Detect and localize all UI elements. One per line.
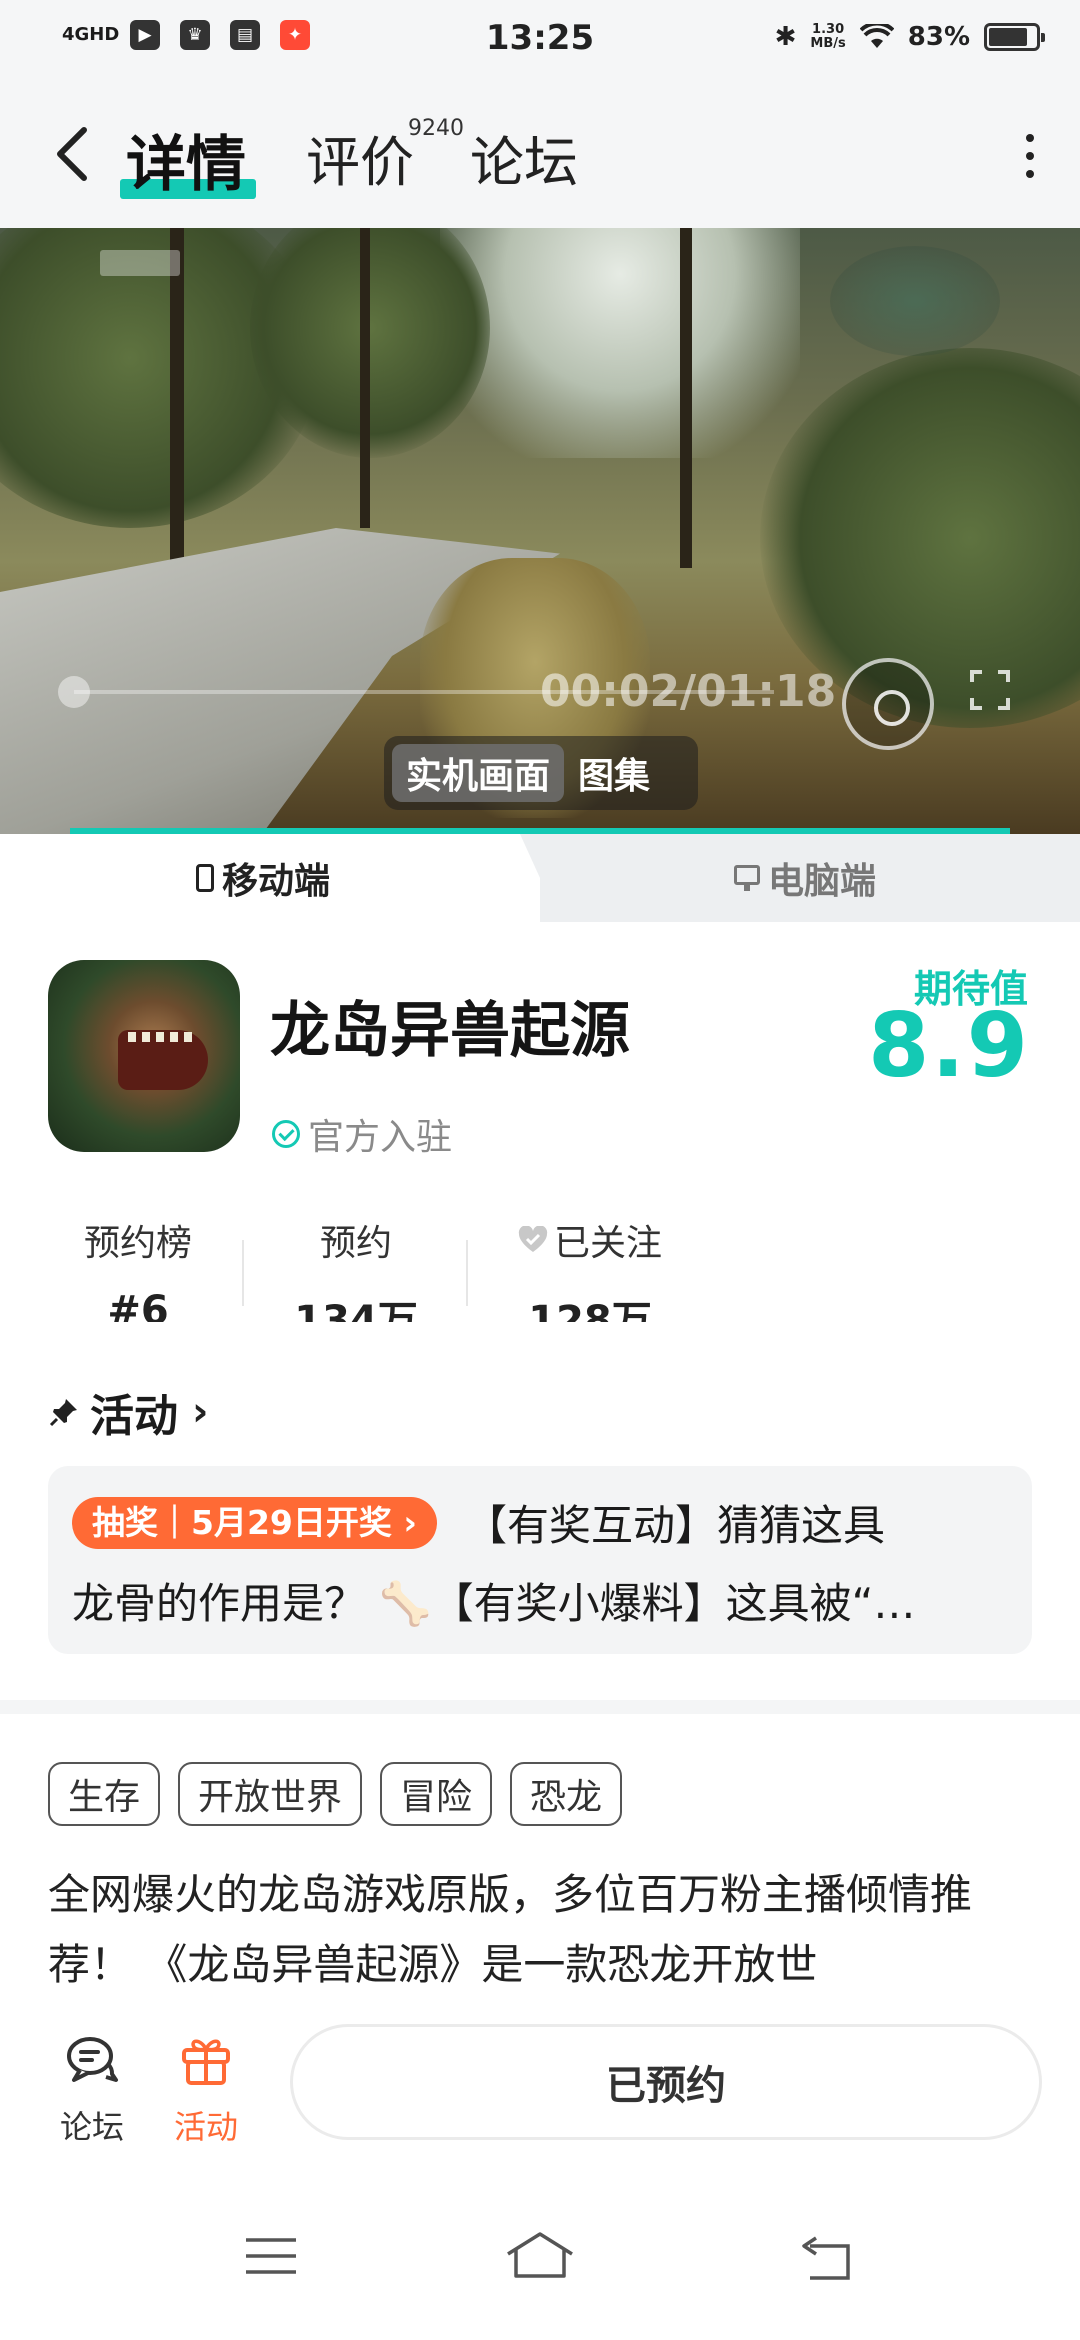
wifi-icon [859,24,894,48]
tag-survival[interactable]: 生存 [48,1762,161,1826]
tab-reviews[interactable]: 评价 [306,118,414,197]
home-icon[interactable] [504,2230,576,2280]
tab-gameplay[interactable]: 实机画面 [392,744,565,802]
back-arrow-icon[interactable] [50,124,94,184]
forum-icon [67,2037,118,2082]
activity-line-1: 抽奖｜5月29日开奖 › 【有奖互动】猜猜这具 [72,1492,885,1553]
battery-percent: 83% [907,22,970,52]
app-name: 龙岛异兽起源 [270,996,630,1066]
stat-divider [242,1240,244,1306]
official-badge: 官方入驻 [272,1108,452,1160]
status-bar: 4GHD ▶ ♛ ▤ ✦ 13:25 ✱ 1.30 MB/s 83% [0,0,1080,84]
activity-header[interactable]: 活动 › [48,1380,208,1444]
chevron-right-icon: › [192,1389,209,1435]
expect-score: 8.9 [868,994,1030,1097]
activity-card[interactable]: 抽奖｜5月29日开奖 › 【有奖互动】猜猜这具 龙骨的作用是？ 🦴【有奖小爆料】… [48,1466,1032,1654]
monitor-icon [734,865,760,891]
stat-follow-label: 已关注 [553,1223,662,1264]
tag-adventure[interactable]: 冒险 [380,1762,493,1826]
tab-mobile[interactable]: 移动端 [196,852,330,904]
stat-rank-label: 预约榜 [83,1223,192,1264]
net-speed-unit: MB/s [810,36,846,51]
tab-pc-label: 电脑端 [768,861,877,902]
video-tree [680,228,692,568]
tag-open-world[interactable]: 开放世界 [178,1762,363,1826]
lottery-badge[interactable]: 抽奖｜5月29日开奖 › [72,1496,437,1549]
tab-forum[interactable]: 论坛 [470,118,578,197]
official-label: 官方入驻 [308,1117,453,1158]
heart-check-icon [518,1226,548,1254]
tab-gallery[interactable]: 图集 [564,744,664,802]
activity-title: 活动 [90,1391,178,1442]
bottom-action-bar: 论坛 活动 已预约 [0,2000,1080,2180]
fullscreen-icon[interactable] [968,668,1012,712]
phone-icon [196,864,214,892]
stat-follow[interactable]: 已关注 128万 [470,1214,710,1322]
activity-label: 活动 [173,2108,238,2146]
pin-icon [49,1399,77,1427]
stat-reservations-value: 134万 [294,1298,418,1322]
video-tree [360,228,370,528]
hud-tab [100,250,180,276]
tab-mobile-label: 移动端 [222,861,331,902]
tab-pc[interactable]: 电脑端 [734,852,876,904]
video-progress-knob[interactable] [58,676,90,708]
reviews-count-badge: 9240 [408,116,464,141]
back-nav-icon[interactable] [796,2236,852,2280]
game-description: 全网爆火的龙岛游戏原版，多位百万粉主播倾情推荐！ 《龙岛异兽起源》是一款恐龙开放… [48,1870,973,1989]
menu-icon[interactable] [244,2236,298,2276]
system-nav-bar [0,2180,1080,2340]
gift-icon [182,2039,230,2085]
video-sky [440,228,800,458]
status-right: ✱ 1.30 MB/s 83% [774,22,1045,52]
tab-details[interactable]: 详情 [126,116,246,203]
battery-icon [984,23,1045,51]
more-options-icon[interactable] [1024,134,1036,184]
tag-dinosaur[interactable]: 恐龙 [510,1762,623,1826]
stat-reservations: 预约 134万 [256,1214,456,1322]
net-speed: 1.30 MB/s [810,23,845,51]
stat-follow-value: 128万 [528,1298,652,1322]
stat-rank-value: #6 [107,1288,169,1322]
forum-label: 论坛 [59,2108,124,2146]
app-icon [48,960,240,1152]
verified-icon [272,1120,300,1148]
activity-text-1: 【有奖互动】猜猜这具 [464,1501,885,1550]
stat-rank[interactable]: 预约榜 #6 [38,1214,238,1322]
forum-button[interactable]: 论坛 [42,2034,142,2148]
stat-reservations-label: 预约 [319,1223,392,1264]
reserved-button[interactable]: 已预约 [290,2024,1042,2140]
platform-tabs: 移动端 电脑端 [0,834,1080,922]
stat-divider [466,1240,468,1306]
tag-list: 生存 开放世界 冒险 恐龙 [48,1762,623,1826]
section-divider [0,1700,1080,1714]
stat-follow-label-row: 已关注 [470,1214,710,1266]
activity-button[interactable]: 活动 [156,2034,256,2148]
bluetooth-icon: ✱ [774,22,797,52]
activity-text-2: 龙骨的作用是？ 🦴【有奖小爆料】这具被“… [72,1579,916,1628]
video-time: 00:02/01:18 [540,666,837,717]
top-nav: 详情 评价 9240 论坛 [0,84,1080,228]
media-toggle: 实机画面 图集 [384,736,698,810]
hud-minimap [830,246,1000,356]
hud-aim-button [842,658,934,750]
net-speed-value: 1.30 [812,22,845,37]
